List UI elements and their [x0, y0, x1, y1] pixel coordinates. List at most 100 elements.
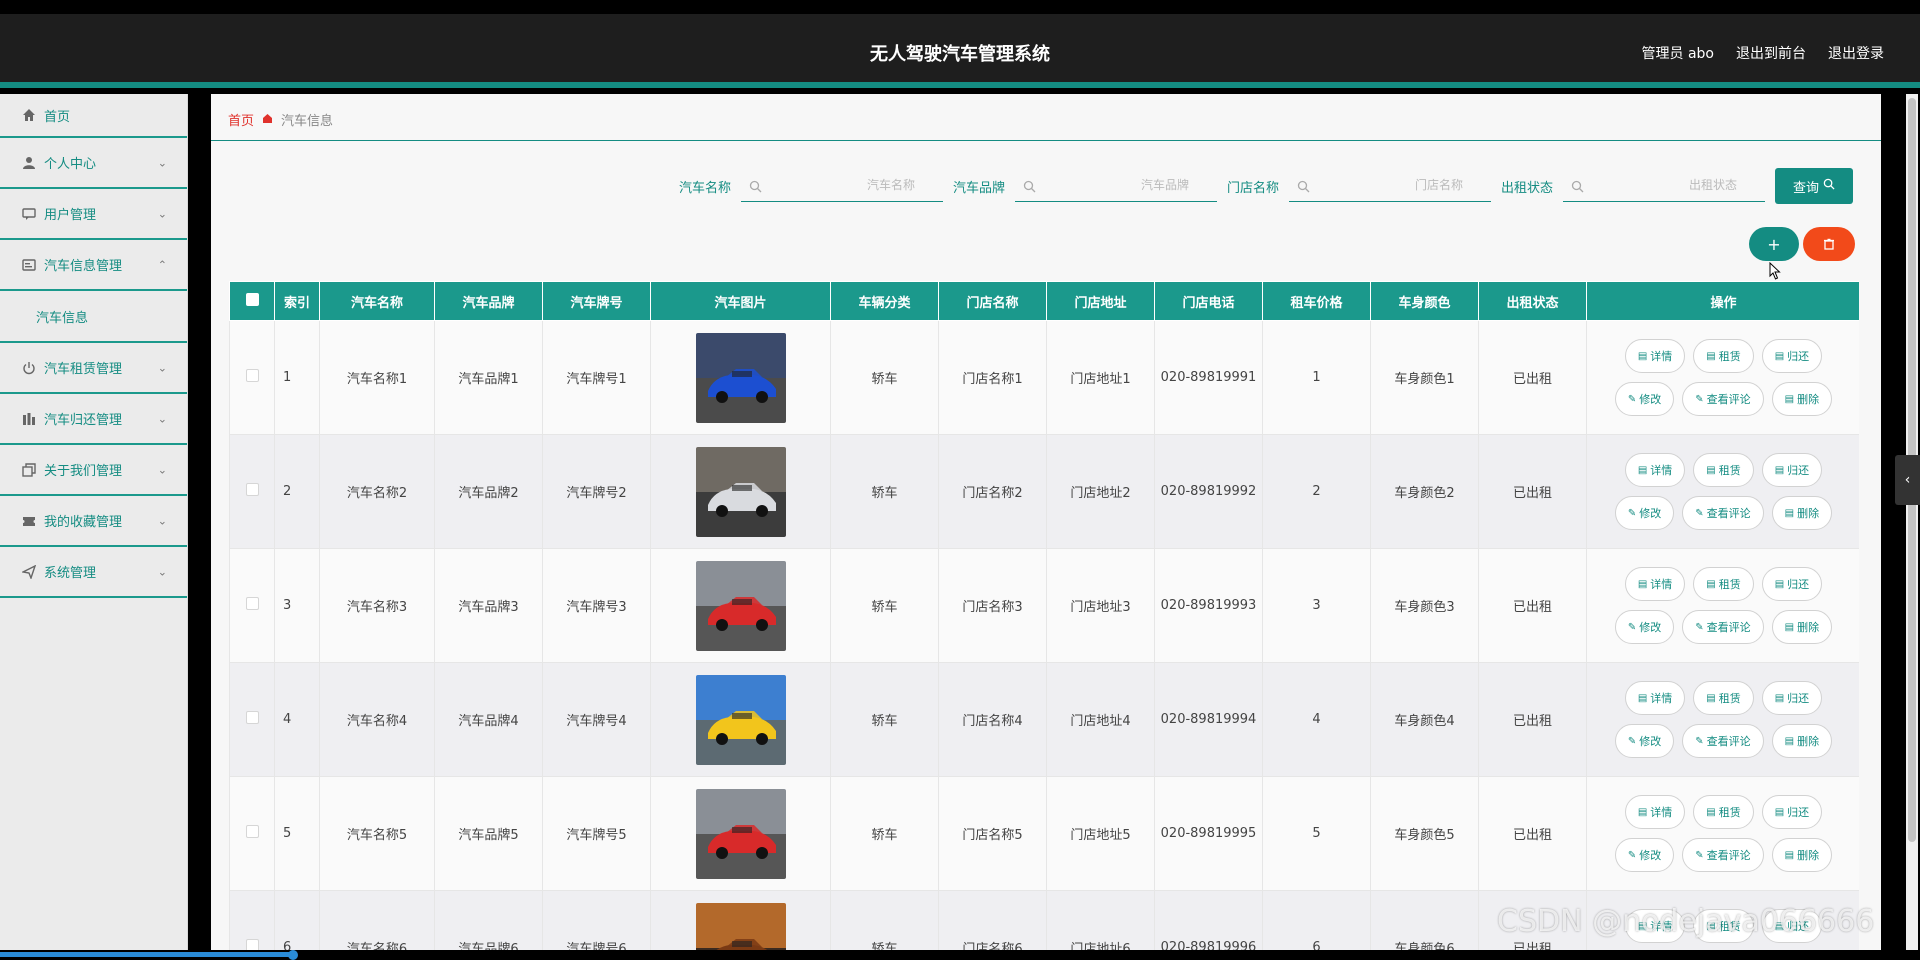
select-all-cell[interactable] [229, 281, 275, 321]
row-checkbox[interactable] [245, 369, 259, 382]
page-scrollbar[interactable] [1906, 94, 1918, 960]
collapse-panel-tab[interactable]: ‹ [1895, 455, 1920, 505]
trash-icon: ▤ [1784, 393, 1795, 405]
row-checkbox[interactable] [245, 825, 259, 838]
cell-phone: 020-89819994 [1154, 662, 1263, 777]
row-checkbox[interactable] [245, 483, 259, 496]
view-comments-button[interactable]: ✎查看评论 [1682, 382, 1764, 416]
comments-label: 查看评论 [1706, 735, 1751, 748]
sidebar-item-personal[interactable]: 个人中心 ⌄ [0, 138, 187, 189]
table-row: 5 汽车名称5 汽车品牌5 汽车牌号5 轿车 门店名称5 门店地址5 020-89819995… [229, 776, 1859, 891]
row-checkbox[interactable] [245, 597, 259, 610]
row-select-cell[interactable] [229, 662, 275, 777]
sidebar-item-return[interactable]: 汽车归还管理 ⌄ [0, 394, 187, 445]
car-name-input[interactable] [740, 170, 943, 200]
row-index: 2 [274, 434, 320, 549]
delete-button[interactable]: ▤删除 [1771, 838, 1833, 872]
send-icon [22, 564, 36, 579]
cell-category: 轿车 [830, 662, 939, 777]
edit-label: 修改 [1639, 849, 1662, 862]
return-button[interactable]: ▤ 归还 [1761, 453, 1823, 487]
return-label: 归还 [1787, 578, 1810, 591]
edit-button[interactable]: ✎修改 [1614, 496, 1675, 530]
sidebar-item-system[interactable]: 系统管理 ⌄ [0, 547, 187, 598]
row-select-cell[interactable] [229, 776, 275, 891]
return-button[interactable]: ▤ 归还 [1761, 567, 1823, 601]
search-label-brand: 汽车品牌 [952, 180, 1005, 196]
view-comments-button[interactable]: ✎查看评论 [1682, 724, 1764, 758]
to-front-link[interactable]: 退出到前台 [1736, 43, 1806, 63]
car-image[interactable] [695, 560, 786, 651]
detail-button[interactable]: ▤ 详情 [1624, 681, 1686, 715]
progress-knob[interactable] [288, 950, 298, 960]
edit-button[interactable]: ✎修改 [1614, 724, 1675, 758]
edit-button[interactable]: ✎修改 [1614, 382, 1675, 416]
sidebar-item-about[interactable]: 关于我们管理 ⌄ [0, 445, 187, 496]
home-icon [22, 108, 36, 122]
sidebar-subitem-car-info[interactable]: 汽车信息 [0, 291, 187, 343]
header-actions: 管理员 abo 退出到前台 退出登录 [1642, 43, 1884, 63]
detail-button[interactable]: ▤ 详情 [1624, 567, 1686, 601]
cell-name: 汽车名称4 [319, 662, 435, 777]
car-table: 索引 汽车名称 汽车品牌 汽车牌号 汽车图片 车辆分类 门店名称 门店地址 门店… [229, 281, 1859, 960]
car-brand-input[interactable] [1014, 170, 1217, 200]
car-image[interactable] [695, 788, 786, 879]
rent-button[interactable]: ▤ 租赁 [1693, 681, 1754, 715]
document-icon: ▤ [1774, 350, 1785, 362]
cell-brand: 汽车品牌2 [434, 434, 543, 549]
detail-button[interactable]: ▤ 详情 [1624, 795, 1686, 829]
delete-button[interactable]: ▤删除 [1771, 724, 1833, 758]
view-comments-button[interactable]: ✎查看评论 [1682, 610, 1764, 644]
cell-category: 轿车 [830, 548, 939, 663]
cell-brand: 汽车品牌4 [434, 662, 543, 777]
car-image[interactable] [695, 332, 786, 423]
delete-button[interactable]: ▤删除 [1771, 496, 1833, 530]
column-header: 出租状态 [1478, 281, 1587, 321]
delete-button[interactable]: ▤删除 [1771, 382, 1833, 416]
rent-button[interactable]: ▤ 租赁 [1693, 795, 1754, 829]
rent-button[interactable]: ▤ 租赁 [1693, 453, 1754, 487]
detail-button[interactable]: ▤ 详情 [1624, 453, 1686, 487]
store-name-input[interactable] [1288, 170, 1491, 200]
edit-button[interactable]: ✎修改 [1614, 610, 1675, 644]
sidebar-item-home[interactable]: 首页 [0, 94, 187, 138]
return-label: 归还 [1787, 464, 1810, 477]
top-strip [0, 0, 1920, 14]
view-comments-button[interactable]: ✎查看评论 [1682, 838, 1764, 872]
comments-label: 查看评论 [1706, 849, 1751, 862]
video-progress-bar[interactable] [0, 950, 1920, 960]
row-checkbox[interactable] [245, 711, 259, 724]
edit-icon: ✎ [1695, 507, 1704, 519]
delete-button[interactable]: ▤删除 [1771, 610, 1833, 644]
breadcrumb-home[interactable]: 首页 [228, 110, 254, 129]
logout-link[interactable]: 退出登录 [1828, 43, 1884, 63]
sidebar-item-label: 个人中心 [44, 157, 97, 172]
row-select-cell[interactable] [229, 548, 275, 663]
return-button[interactable]: ▤ 归还 [1761, 339, 1823, 373]
trash-icon: ▤ [1784, 735, 1795, 747]
row-index: 4 [274, 662, 320, 777]
return-button[interactable]: ▤ 归还 [1761, 681, 1823, 715]
batch-delete-button[interactable] [1803, 227, 1855, 261]
trash-icon: ▤ [1784, 621, 1795, 633]
sidebar-item-rental[interactable]: 汽车租赁管理 ⌄ [0, 343, 187, 394]
return-button[interactable]: ▤ 归还 [1761, 795, 1823, 829]
rent-button[interactable]: ▤ 租赁 [1693, 339, 1754, 373]
car-image[interactable] [695, 674, 786, 765]
edit-button[interactable]: ✎修改 [1614, 838, 1675, 872]
sidebar-item-car-info[interactable]: 汽车信息管理 ⌃ [0, 240, 187, 291]
query-button[interactable]: 查询 [1775, 168, 1853, 204]
row-select-cell[interactable] [229, 320, 275, 435]
sidebar-item-favorites[interactable]: 我的收藏管理 ⌄ [0, 496, 187, 547]
sidebar-item-label: 我的收藏管理 [44, 515, 123, 530]
rent-button[interactable]: ▤ 租赁 [1693, 567, 1754, 601]
rent-status-input[interactable] [1563, 170, 1765, 200]
detail-button[interactable]: ▤ 详情 [1624, 339, 1686, 373]
sidebar-item-users[interactable]: 用户管理 ⌄ [0, 189, 187, 240]
add-button[interactable]: + [1749, 227, 1799, 261]
select-all-checkbox[interactable] [245, 292, 259, 306]
view-comments-button[interactable]: ✎查看评论 [1682, 496, 1764, 530]
car-image[interactable] [695, 446, 786, 537]
row-select-cell[interactable] [229, 434, 275, 549]
cell-plate: 汽车牌号4 [542, 662, 651, 777]
